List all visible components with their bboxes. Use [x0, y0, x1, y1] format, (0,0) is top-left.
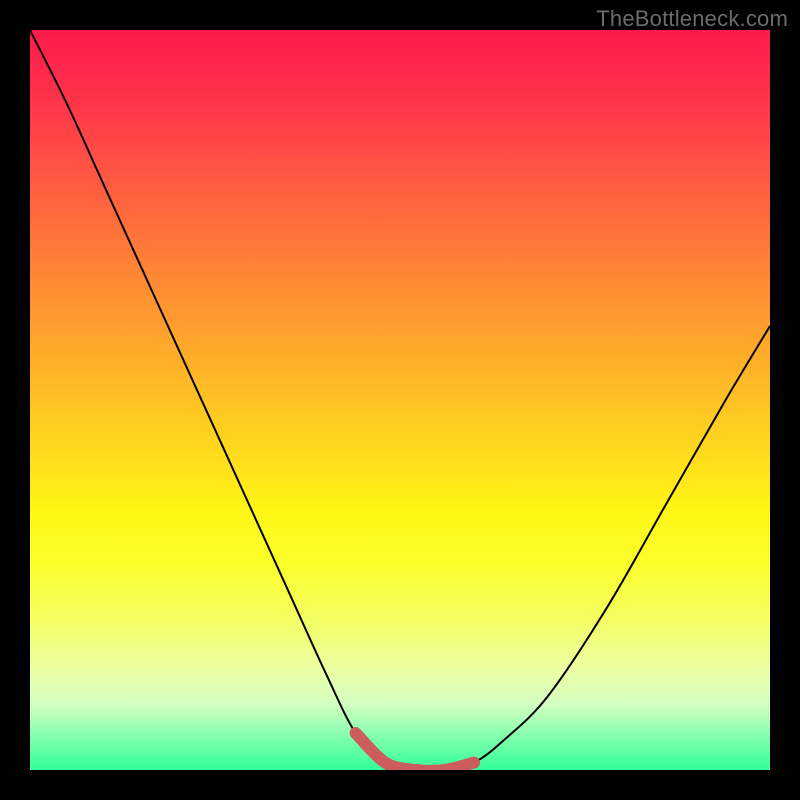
plot-area [30, 30, 770, 770]
watermark-text: TheBottleneck.com [596, 6, 788, 32]
chart-frame: TheBottleneck.com [0, 0, 800, 800]
bottleneck-highlight [356, 733, 474, 770]
bottleneck-curve [30, 30, 770, 770]
curve-svg [30, 30, 770, 770]
